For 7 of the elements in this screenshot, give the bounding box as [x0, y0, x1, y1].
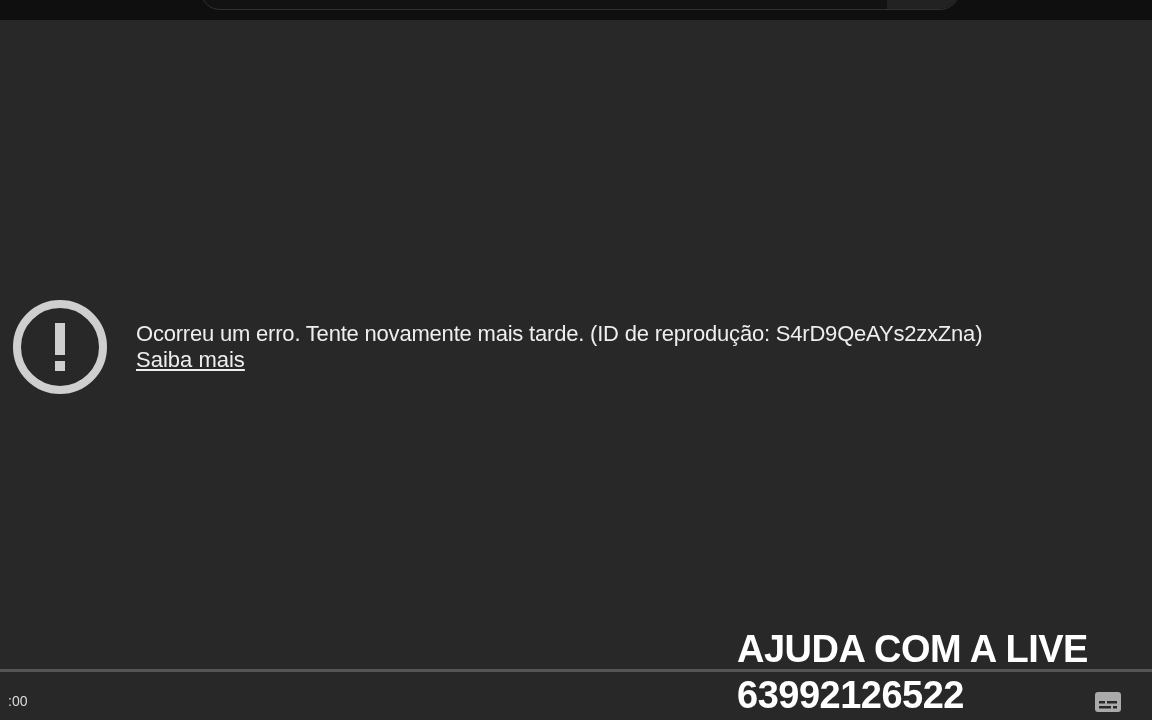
overlay-text: 63992126522	[737, 673, 965, 718]
time-display: :00	[8, 693, 28, 709]
error-message: Ocorreu um erro. Tente novamente mais tarde. (ID de reprodução: S4rD9QeAYs2zxZna)	[136, 320, 983, 347]
warning-icon	[12, 298, 108, 395]
learn-more-link[interactable]: Saiba mais	[136, 346, 245, 373]
subtitles-icon[interactable]	[1095, 692, 1121, 712]
overlay-text: AJUDA COM A LIVE	[737, 627, 1088, 672]
